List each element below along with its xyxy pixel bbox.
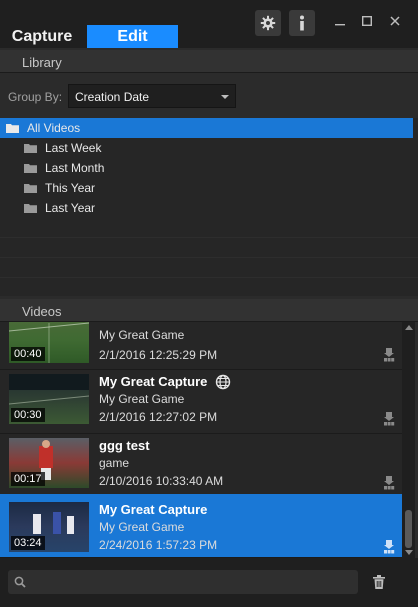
library-header: Library	[0, 50, 418, 73]
tree-item-label: All Videos	[27, 121, 81, 135]
search-input[interactable]	[32, 572, 352, 592]
video-item[interactable]: 03:24 My Great Capture My Great Game 2/2…	[0, 494, 402, 558]
search-box[interactable]	[8, 570, 358, 594]
tree-item-last-week[interactable]: Last Week	[0, 138, 418, 158]
folder-icon	[24, 204, 37, 213]
tree-item-last-year[interactable]: Last Year	[0, 198, 418, 218]
close-button[interactable]	[388, 14, 402, 28]
video-title: My Great Capture	[99, 374, 208, 389]
video-thumbnail: 00:17	[9, 438, 89, 488]
group-by-dropdown[interactable]: Creation Date	[68, 84, 236, 108]
video-duration: 03:24	[11, 536, 45, 550]
tree-item-label: This Year	[45, 181, 96, 195]
minimize-icon	[335, 24, 345, 26]
settings-button[interactable]	[255, 10, 281, 36]
tree-item-all-videos[interactable]: All Videos	[0, 118, 413, 138]
title-bar: Capture Edit	[0, 0, 418, 48]
video-game: My Great Game	[99, 520, 185, 534]
video-date: 2/24/2016 1:57:23 PM	[99, 538, 218, 552]
pro-badge-icon	[384, 476, 395, 490]
library-tree: All Videos Last Week Last Month This Yea…	[0, 118, 418, 296]
search-icon	[14, 576, 26, 588]
scroll-up-icon[interactable]	[405, 325, 413, 330]
maximize-icon	[362, 16, 372, 26]
video-date: 2/10/2016 10:33:40 AM	[99, 474, 224, 488]
video-item[interactable]: 00:17 ggg test game 2/10/2016 10:33:40 A…	[0, 434, 402, 498]
group-by-value: Creation Date	[75, 90, 150, 104]
video-thumbnail: 03:24	[9, 502, 89, 552]
video-game: My Great Game	[99, 392, 185, 406]
library-title: Library	[22, 55, 62, 70]
info-button[interactable]	[289, 10, 315, 36]
video-date: 2/1/2016 12:25:29 PM	[99, 348, 218, 362]
pro-badge-icon	[384, 348, 395, 362]
video-item[interactable]: 00:30 My Great Capture My Great Game 2/1…	[0, 370, 402, 434]
tree-item-last-month[interactable]: Last Month	[0, 158, 418, 178]
scroll-down-icon[interactable]	[405, 550, 413, 555]
videos-header: Videos	[0, 299, 418, 322]
info-icon	[300, 15, 304, 31]
video-thumbnail: 00:30	[9, 374, 89, 424]
folder-icon	[24, 184, 37, 193]
delete-button[interactable]	[366, 570, 392, 594]
video-duration: 00:17	[11, 472, 45, 486]
tree-item-this-year[interactable]: This Year	[0, 178, 418, 198]
video-game: My Great Game	[99, 328, 185, 342]
gear-icon	[260, 15, 276, 31]
maximize-button[interactable]	[360, 14, 374, 28]
minimize-button[interactable]	[333, 14, 347, 28]
bottom-bar	[0, 558, 418, 607]
video-duration: 00:30	[11, 408, 45, 422]
pro-badge-icon	[384, 412, 395, 426]
chevron-down-icon	[221, 95, 229, 99]
tree-empty-area	[0, 218, 418, 296]
folder-icon	[24, 164, 37, 173]
close-icon	[390, 16, 400, 26]
tab-capture[interactable]: Capture	[0, 25, 84, 48]
globe-icon	[215, 374, 231, 390]
video-duration: 00:40	[11, 347, 45, 361]
tab-edit[interactable]: Edit	[87, 25, 178, 48]
folder-icon	[24, 144, 37, 153]
tree-item-label: Last Week	[45, 141, 102, 155]
scroll-thumb[interactable]	[405, 510, 412, 548]
group-by-label: Group By:	[8, 90, 63, 104]
video-game: game	[99, 456, 130, 470]
tree-item-label: Last Year	[45, 201, 96, 215]
video-title: ggg test	[99, 438, 150, 453]
video-item[interactable]: 00:40 My Great Game 2/1/2016 12:25:29 PM	[0, 322, 402, 370]
tree-item-label: Last Month	[45, 161, 105, 175]
video-title: My Great Capture	[99, 502, 208, 517]
pro-badge-icon	[384, 540, 395, 554]
folder-icon	[6, 124, 19, 133]
video-list[interactable]: 00:40 My Great Game 2/1/2016 12:25:29 PM…	[0, 322, 402, 558]
video-list-scrollbar[interactable]	[402, 322, 415, 558]
trash-icon	[373, 575, 385, 589]
video-date: 2/1/2016 12:27:02 PM	[99, 410, 218, 424]
video-thumbnail: 00:40	[9, 322, 89, 363]
videos-title: Videos	[22, 304, 62, 319]
